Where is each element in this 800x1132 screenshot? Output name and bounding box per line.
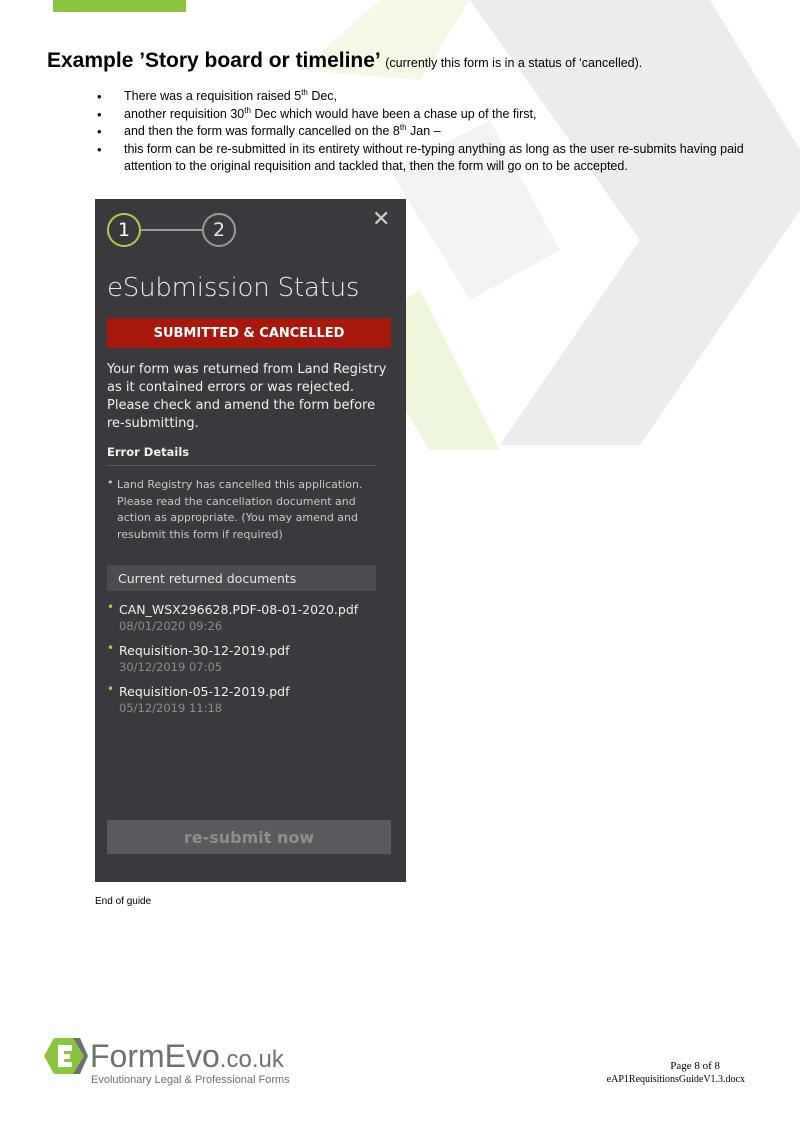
document-item: • Requisition-30-12-2019.pdf 30/12/2019 …	[107, 641, 395, 683]
document-link[interactable]: CAN_WSX296628.PDF-08-01-2020.pdf	[119, 601, 395, 618]
section-heading: Example ’Story board or timeline’ (curre…	[47, 49, 642, 73]
resubmit-button[interactable]: re-submit now	[107, 820, 391, 854]
close-icon[interactable]: ✕	[372, 207, 390, 232]
footer-tagline: Evolutionary Legal & Professional Forms	[91, 1074, 290, 1086]
esubmission-status-panel: 1 2 ✕ eSubmission Status SUBMITTED & CAN…	[95, 199, 406, 882]
document-date: 05/12/2019 11:18	[119, 701, 223, 715]
document-item: • Requisition-05-12-2019.pdf 05/12/2019 …	[107, 682, 395, 724]
bullet-icon: •	[107, 682, 115, 696]
status-badge: SUBMITTED & CANCELLED	[107, 318, 391, 348]
error-item: • Land Registry has cancelled this appli…	[107, 476, 377, 543]
document-date: 08/01/2020 09:26	[119, 619, 223, 633]
step-2-indicator[interactable]: 2	[202, 213, 236, 247]
document-filename: eAP1RequisitionsGuideV1.3.docx	[606, 1074, 745, 1085]
step-connector	[141, 229, 202, 231]
formevo-logo-icon	[44, 1038, 88, 1074]
heading-note: (currently this form is in a status of ‘…	[385, 56, 643, 70]
timeline-bullet-list: There was a requisition raised 5th Dec, …	[97, 88, 757, 176]
footer-logo-text: FormEvo.co.uk	[90, 1038, 284, 1074]
bullet-icon: •	[107, 476, 114, 489]
panel-title: eSubmission Status	[107, 273, 360, 303]
header-accent-bar	[53, 0, 186, 12]
heading-title: Example ’Story board or timeline’	[47, 49, 381, 72]
returned-documents-heading: Current returned documents	[107, 565, 376, 591]
end-of-guide-text: End of guide	[95, 896, 152, 907]
bullet-item: this form can be re-submitted in its ent…	[97, 141, 757, 176]
bullet-item: There was a requisition raised 5th Dec,	[97, 88, 757, 106]
divider	[107, 465, 377, 466]
returned-documents-list: • CAN_WSX296628.PDF-08-01-2020.pdf 08/01…	[107, 600, 395, 724]
document-date: 30/12/2019 07:05	[119, 660, 223, 674]
bullet-item: and then the form was formally cancelled…	[97, 123, 757, 141]
status-message: Your form was returned from Land Registr…	[107, 362, 387, 431]
bullet-item: another requisition 30th Dec which would…	[97, 106, 757, 124]
error-text: Land Registry has cancelled this applica…	[117, 478, 363, 541]
page-number: Page 8 of 8	[670, 1060, 720, 1072]
bullet-icon: •	[107, 600, 115, 614]
document-link[interactable]: Requisition-05-12-2019.pdf	[119, 683, 395, 700]
bullet-icon: •	[107, 641, 115, 655]
document-item: • CAN_WSX296628.PDF-08-01-2020.pdf 08/01…	[107, 600, 395, 642]
document-link[interactable]: Requisition-30-12-2019.pdf	[119, 642, 395, 659]
step-1-indicator: 1	[107, 213, 141, 247]
error-details-heading: Error Details	[107, 445, 190, 459]
